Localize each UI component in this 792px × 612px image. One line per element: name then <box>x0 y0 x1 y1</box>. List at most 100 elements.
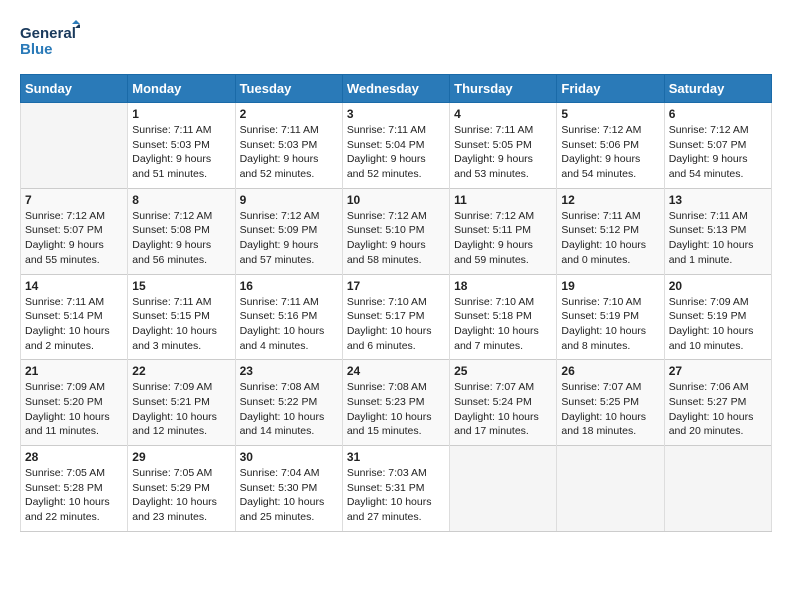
day-info: Sunrise: 7:06 AMSunset: 5:27 PMDaylight:… <box>669 381 754 437</box>
day-number: 15 <box>132 279 230 293</box>
week-row-1: 1Sunrise: 7:11 AMSunset: 5:03 PMDaylight… <box>21 103 772 189</box>
day-number: 25 <box>454 364 552 378</box>
day-number: 21 <box>25 364 123 378</box>
day-info: Sunrise: 7:07 AMSunset: 5:25 PMDaylight:… <box>561 381 646 437</box>
day-cell: 6Sunrise: 7:12 AMSunset: 5:07 PMDaylight… <box>664 103 771 189</box>
day-number: 26 <box>561 364 659 378</box>
day-number: 27 <box>669 364 767 378</box>
day-info: Sunrise: 7:11 AMSunset: 5:13 PMDaylight:… <box>669 210 754 266</box>
day-cell: 8 Sunrise: 7:12 AMSunset: 5:08 PMDaylight… <box>128 188 235 274</box>
day-cell <box>557 446 664 532</box>
day-number: 7 <box>25 193 123 207</box>
page-header: General Blue <box>20 20 772 64</box>
day-info: Sunrise: 7:04 AMSunset: 5:30 PMDaylight:… <box>240 467 325 523</box>
day-cell <box>21 103 128 189</box>
day-info: Sunrise: 7:12 AMSunset: 5:11 PMDaylight:… <box>454 210 534 266</box>
day-number: 19 <box>561 279 659 293</box>
day-number: 29 <box>132 450 230 464</box>
day-cell: 19 Sunrise: 7:10 AMSunset: 5:19 PMDayligh… <box>557 274 664 360</box>
day-number: 22 <box>132 364 230 378</box>
day-info: Sunrise: 7:09 AMSunset: 5:20 PMDaylight:… <box>25 381 110 437</box>
day-cell: 27 Sunrise: 7:06 AMSunset: 5:27 PMDayligh… <box>664 360 771 446</box>
svg-text:General: General <box>20 25 76 42</box>
day-cell: 5 Sunrise: 7:12 AMSunset: 5:06 PMDaylight… <box>557 103 664 189</box>
day-info: Sunrise: 7:10 AMSunset: 5:17 PMDaylight:… <box>347 296 432 352</box>
day-cell: 25Sunrise: 7:07 AMSunset: 5:24 PMDayligh… <box>450 360 557 446</box>
day-cell <box>664 446 771 532</box>
day-number: 13 <box>669 193 767 207</box>
column-header-thursday: Thursday <box>450 75 557 103</box>
day-info: Sunrise: 7:08 AMSunset: 5:22 PMDaylight:… <box>240 381 325 437</box>
day-cell: 2 Sunrise: 7:11 AMSunset: 5:03 PMDaylight… <box>235 103 342 189</box>
day-number: 20 <box>669 279 767 293</box>
day-info: Sunrise: 7:12 AMSunset: 5:06 PMDaylight:… <box>561 124 641 180</box>
header-row: SundayMondayTuesdayWednesdayThursdayFrid… <box>21 75 772 103</box>
day-info: Sunrise: 7:10 AMSunset: 5:18 PMDaylight:… <box>454 296 539 352</box>
day-info: Sunrise: 7:09 AMSunset: 5:21 PMDaylight:… <box>132 381 217 437</box>
day-info: Sunrise: 7:12 AMSunset: 5:08 PMDaylight:… <box>132 210 212 266</box>
day-number: 18 <box>454 279 552 293</box>
day-cell: 23 Sunrise: 7:08 AMSunset: 5:22 PMDayligh… <box>235 360 342 446</box>
day-number: 24 <box>347 364 445 378</box>
day-number: 16 <box>240 279 338 293</box>
week-row-5: 28Sunrise: 7:05 AMSunset: 5:28 PMDayligh… <box>21 446 772 532</box>
day-cell: 20 Sunrise: 7:09 AMSunset: 5:19 PMDayligh… <box>664 274 771 360</box>
day-info: Sunrise: 7:11 AMSunset: 5:12 PMDaylight:… <box>561 210 646 266</box>
day-info: Sunrise: 7:03 AMSunset: 5:31 PMDaylight:… <box>347 467 432 523</box>
day-info: Sunrise: 7:11 AMSunset: 5:05 PMDaylight:… <box>454 124 533 180</box>
day-cell: 30 Sunrise: 7:04 AMSunset: 5:30 PMDayligh… <box>235 446 342 532</box>
day-cell: 4 Sunrise: 7:11 AMSunset: 5:05 PMDaylight… <box>450 103 557 189</box>
column-header-friday: Friday <box>557 75 664 103</box>
day-cell: 14 Sunrise: 7:11 AMSunset: 5:14 PMDayligh… <box>21 274 128 360</box>
calendar-table: SundayMondayTuesdayWednesdayThursdayFrid… <box>20 74 772 532</box>
day-info: Sunrise: 7:05 AMSunset: 5:28 PMDaylight:… <box>25 467 110 523</box>
day-info: Sunrise: 7:11 AMSunset: 5:14 PMDaylight:… <box>25 296 110 352</box>
day-info: Sunrise: 7:11 AMSunset: 5:16 PMDaylight:… <box>240 296 325 352</box>
day-cell: 13 Sunrise: 7:11 AMSunset: 5:13 PMDayligh… <box>664 188 771 274</box>
week-row-4: 21 Sunrise: 7:09 AMSunset: 5:20 PMDayligh… <box>21 360 772 446</box>
day-info: Sunrise: 7:12 AMSunset: 5:07 PMDaylight:… <box>669 124 749 180</box>
day-number: 31 <box>347 450 445 464</box>
day-cell: 24Sunrise: 7:08 AMSunset: 5:23 PMDayligh… <box>342 360 449 446</box>
logo-svg: General Blue <box>20 20 80 64</box>
column-header-saturday: Saturday <box>664 75 771 103</box>
day-number: 10 <box>347 193 445 207</box>
day-info: Sunrise: 7:11 AMSunset: 5:04 PMDaylight:… <box>347 124 426 180</box>
day-number: 30 <box>240 450 338 464</box>
day-number: 17 <box>347 279 445 293</box>
column-header-wednesday: Wednesday <box>342 75 449 103</box>
column-header-monday: Monday <box>128 75 235 103</box>
calendar-body: 1Sunrise: 7:11 AMSunset: 5:03 PMDaylight… <box>21 103 772 532</box>
day-cell: 1Sunrise: 7:11 AMSunset: 5:03 PMDaylight… <box>128 103 235 189</box>
column-header-sunday: Sunday <box>21 75 128 103</box>
day-cell: 26 Sunrise: 7:07 AMSunset: 5:25 PMDayligh… <box>557 360 664 446</box>
day-info: Sunrise: 7:12 AMSunset: 5:09 PMDaylight:… <box>240 210 320 266</box>
day-info: Sunrise: 7:09 AMSunset: 5:19 PMDaylight:… <box>669 296 754 352</box>
day-info: Sunrise: 7:12 AMSunset: 5:07 PMDaylight:… <box>25 210 105 266</box>
calendar-header: SundayMondayTuesdayWednesdayThursdayFrid… <box>21 75 772 103</box>
day-cell: 11Sunrise: 7:12 AMSunset: 5:11 PMDayligh… <box>450 188 557 274</box>
day-cell: 22 Sunrise: 7:09 AMSunset: 5:21 PMDayligh… <box>128 360 235 446</box>
day-cell: 12Sunrise: 7:11 AMSunset: 5:12 PMDayligh… <box>557 188 664 274</box>
day-info: Sunrise: 7:11 AMSunset: 5:03 PMDaylight:… <box>240 124 319 180</box>
day-info: Sunrise: 7:11 AMSunset: 5:15 PMDaylight:… <box>132 296 217 352</box>
day-number: 4 <box>454 107 552 121</box>
day-cell: 15 Sunrise: 7:11 AMSunset: 5:15 PMDayligh… <box>128 274 235 360</box>
day-cell: 28Sunrise: 7:05 AMSunset: 5:28 PMDayligh… <box>21 446 128 532</box>
day-cell: 16 Sunrise: 7:11 AMSunset: 5:16 PMDayligh… <box>235 274 342 360</box>
day-cell: 10Sunrise: 7:12 AMSunset: 5:10 PMDayligh… <box>342 188 449 274</box>
day-number: 23 <box>240 364 338 378</box>
logo: General Blue <box>20 20 80 64</box>
day-number: 8 <box>132 193 230 207</box>
day-info: Sunrise: 7:05 AMSunset: 5:29 PMDaylight:… <box>132 467 217 523</box>
week-row-3: 14 Sunrise: 7:11 AMSunset: 5:14 PMDayligh… <box>21 274 772 360</box>
day-number: 14 <box>25 279 123 293</box>
day-info: Sunrise: 7:11 AMSunset: 5:03 PMDaylight:… <box>132 124 211 180</box>
day-cell: 9 Sunrise: 7:12 AMSunset: 5:09 PMDaylight… <box>235 188 342 274</box>
day-number: 5 <box>561 107 659 121</box>
day-info: Sunrise: 7:10 AMSunset: 5:19 PMDaylight:… <box>561 296 646 352</box>
day-cell: 3Sunrise: 7:11 AMSunset: 5:04 PMDaylight… <box>342 103 449 189</box>
column-header-tuesday: Tuesday <box>235 75 342 103</box>
day-number: 2 <box>240 107 338 121</box>
day-number: 9 <box>240 193 338 207</box>
